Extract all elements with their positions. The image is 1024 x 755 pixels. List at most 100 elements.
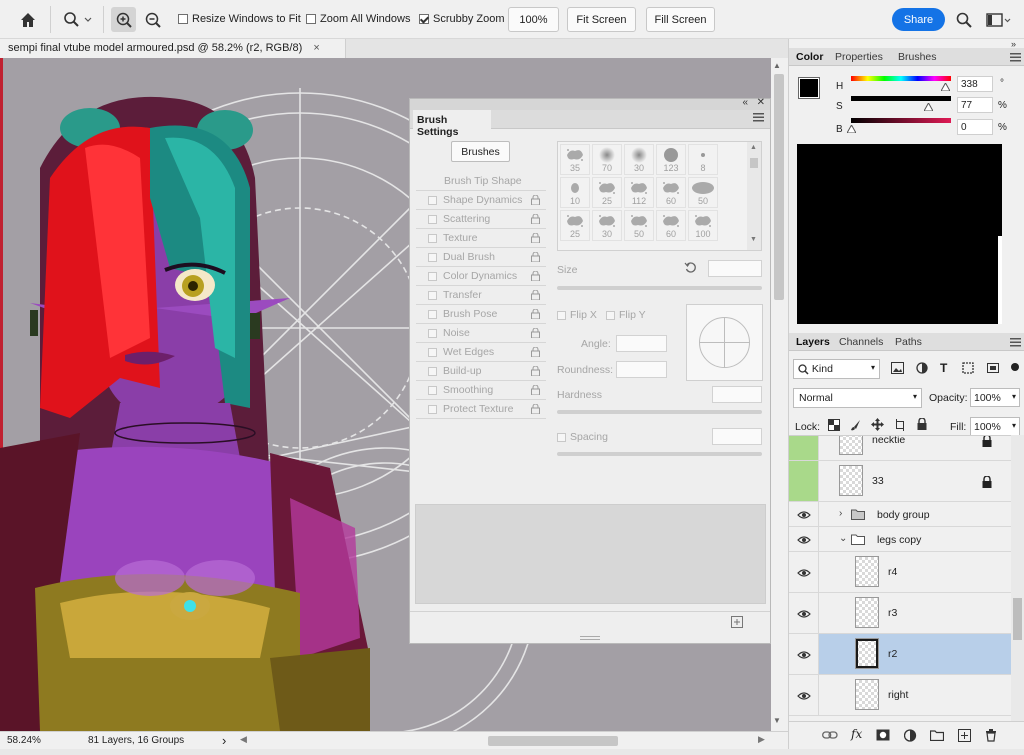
saturation-slider[interactable] xyxy=(851,96,951,101)
roundness-field[interactable] xyxy=(616,361,667,378)
layer-name[interactable]: r4 xyxy=(888,566,897,578)
brush-angle-preview[interactable] xyxy=(686,304,763,381)
flip-x-checkbox[interactable]: Flip X xyxy=(557,309,597,321)
layer-row[interactable]: ⌄ legs copy xyxy=(789,527,1011,552)
brush-preset[interactable]: 50 xyxy=(688,177,718,208)
brush-preset[interactable]: 8 xyxy=(688,144,718,175)
lock-icon[interactable] xyxy=(531,403,540,415)
chevron-right-icon[interactable]: › xyxy=(839,508,842,519)
filter-smart-object-icon[interactable] xyxy=(987,362,999,377)
layers-list[interactable]: necktie 33 › body group ⌄ legs copy r4 r3 r2 righ… xyxy=(789,435,1011,721)
filter-adjustment-icon[interactable] xyxy=(916,362,928,377)
share-button[interactable]: Share xyxy=(892,8,945,31)
brush-option-noise[interactable]: Noise xyxy=(416,324,546,343)
filter-shape-icon[interactable] xyxy=(962,362,974,377)
zoom-in-icon[interactable] xyxy=(111,7,136,32)
filter-toggle-icon[interactable] xyxy=(1010,362,1020,375)
tab-channels[interactable]: Channels xyxy=(839,336,883,348)
hue-value-field[interactable]: 338 xyxy=(957,76,993,92)
layer-thumbnail[interactable] xyxy=(839,436,863,455)
lock-paint-icon[interactable] xyxy=(850,419,862,434)
home-icon[interactable] xyxy=(14,7,42,32)
brush-option-shape-dynamics[interactable]: Shape Dynamics xyxy=(416,191,546,210)
presets-scrollbar[interactable]: ▲ ▼ xyxy=(747,142,761,250)
scroll-thumb[interactable] xyxy=(774,74,784,300)
lock-icon[interactable] xyxy=(531,251,540,263)
close-tab-icon[interactable]: × xyxy=(313,42,319,54)
brush-preset[interactable]: 35 xyxy=(560,144,590,175)
zoom-100-button[interactable]: 100% xyxy=(508,7,559,32)
brush-option-color-dynamics[interactable]: Color Dynamics xyxy=(416,267,546,286)
scrubby-zoom-checkbox[interactable]: Scrubby Zoom xyxy=(419,13,505,25)
chevron-down-icon[interactable]: ⌄ xyxy=(839,533,847,544)
brush-presets-grid[interactable]: 35 70 30 123 8 10 25 112 60 50 25 30 50 60 100 ▲ ▼ xyxy=(557,141,762,251)
search-icon[interactable] xyxy=(954,7,974,32)
lock-icon[interactable] xyxy=(531,346,540,358)
checkbox-icon[interactable] xyxy=(428,233,437,243)
new-adjustment-layer-icon[interactable] xyxy=(903,729,917,745)
layer-row[interactable]: necktie xyxy=(789,436,1011,461)
eye-icon[interactable] xyxy=(789,593,819,633)
hue-slider[interactable] xyxy=(851,76,951,81)
lock-icon[interactable] xyxy=(531,289,540,301)
new-layer-icon[interactable] xyxy=(958,729,971,745)
brush-preset[interactable]: 50 xyxy=(624,210,654,241)
lock-icon[interactable] xyxy=(531,327,540,339)
brush-option-protect-texture[interactable]: Protect Texture xyxy=(416,400,546,419)
spacing-field[interactable] xyxy=(712,428,762,445)
angle-field[interactable] xyxy=(616,335,667,352)
hardness-field[interactable] xyxy=(712,386,762,403)
layer-name[interactable]: 33 xyxy=(872,475,884,487)
brush-option-dual-brush[interactable]: Dual Brush xyxy=(416,248,546,267)
lock-icon[interactable] xyxy=(531,194,540,206)
tab-brushes[interactable]: Brushes xyxy=(898,51,937,63)
tab-layers[interactable]: Layers xyxy=(796,336,830,348)
checkbox-icon[interactable] xyxy=(428,328,437,338)
lock-icon[interactable] xyxy=(531,232,540,244)
zoom-tool-preset-icon[interactable] xyxy=(58,7,98,32)
hscroll-right-icon[interactable]: ▶ xyxy=(758,734,765,745)
link-layers-icon[interactable] xyxy=(822,730,838,743)
brushes-button[interactable]: Brushes xyxy=(451,141,510,162)
brightness-value-field[interactable]: 0 xyxy=(957,119,993,135)
checkbox-icon[interactable] xyxy=(428,347,437,357)
brush-option-build-up[interactable]: Build-up xyxy=(416,362,546,381)
hardness-slider[interactable] xyxy=(557,410,762,414)
lock-position-icon[interactable] xyxy=(871,418,884,434)
checkbox-icon[interactable] xyxy=(428,404,437,414)
filter-type-icon[interactable]: T xyxy=(940,361,947,375)
layer-thumbnail[interactable] xyxy=(855,679,879,710)
layer-style-fx-icon[interactable]: fx xyxy=(851,727,862,741)
close-panel-icon[interactable]: ✕ xyxy=(757,97,765,108)
brush-preset[interactable]: 60 xyxy=(656,210,686,241)
layer-row[interactable]: 33 xyxy=(789,461,1011,502)
checkbox-icon[interactable] xyxy=(428,366,437,376)
fill-field[interactable]: 100% ▾ xyxy=(970,417,1020,436)
brush-option-transfer[interactable]: Transfer xyxy=(416,286,546,305)
reset-size-icon[interactable] xyxy=(684,261,697,277)
collapse-panel-icon[interactable]: « xyxy=(742,97,748,108)
layers-panel-menu-icon[interactable] xyxy=(1010,338,1021,350)
layer-row[interactable]: r2 xyxy=(789,634,1011,675)
brush-preset[interactable]: 112 xyxy=(624,177,654,208)
layers-scrollbar[interactable] xyxy=(1011,435,1024,721)
status-menu-arrow[interactable]: › xyxy=(222,733,226,748)
layer-row[interactable]: › body group xyxy=(789,502,1011,527)
lock-icon[interactable] xyxy=(531,270,540,282)
layer-row[interactable]: right xyxy=(789,675,1011,716)
visibility-toggle-hidden[interactable] xyxy=(789,461,819,501)
eye-icon[interactable] xyxy=(789,527,819,551)
lock-artboard-icon[interactable] xyxy=(894,419,906,434)
layer-thumbnail[interactable] xyxy=(855,638,879,669)
panel-title-strip[interactable]: « ✕ xyxy=(410,97,770,110)
hscroll-left-icon[interactable]: ◀ xyxy=(240,734,247,745)
brush-preset[interactable]: 10 xyxy=(560,177,590,208)
brush-option-wet-edges[interactable]: Wet Edges xyxy=(416,343,546,362)
brush-preset[interactable]: 100 xyxy=(688,210,718,241)
checkbox-icon[interactable] xyxy=(428,195,437,205)
brightness-slider-thumb[interactable] xyxy=(846,123,857,136)
layer-thumbnail[interactable] xyxy=(855,597,879,628)
checkbox-icon[interactable] xyxy=(428,271,437,281)
brush-preset[interactable]: 123 xyxy=(656,144,686,175)
resize-windows-checkbox[interactable]: Resize Windows to Fit xyxy=(178,13,301,25)
